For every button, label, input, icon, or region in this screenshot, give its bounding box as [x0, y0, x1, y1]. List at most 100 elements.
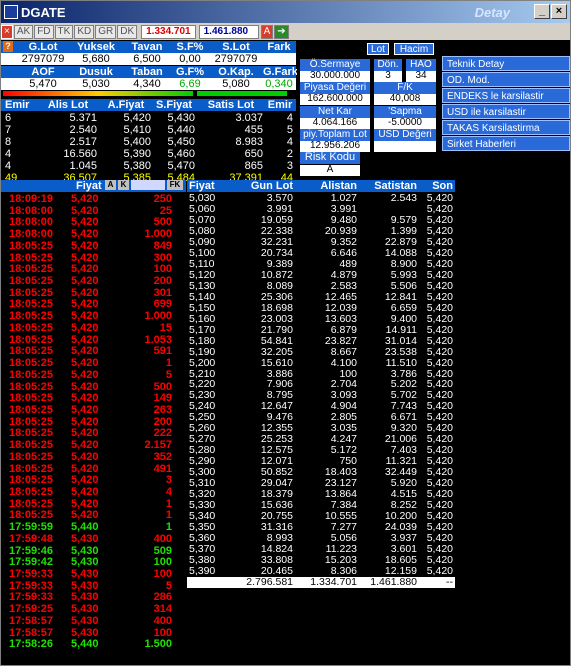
depth-cell-3: 7.743 — [390, 400, 417, 413]
depth-cell-0: 5,070 — [189, 213, 216, 226]
trade-time: 17:59:33 — [9, 591, 54, 604]
depth-cell-2: 489 — [339, 257, 357, 270]
depth-cell-1: 22.338 — [260, 224, 293, 237]
toolbar-button-3[interactable]: TK — [54, 24, 74, 39]
depth-cell-1: 20.734 — [260, 246, 293, 259]
depth-cell-3: 6.659 — [390, 301, 417, 314]
depth-cell-0: 5,340 — [189, 510, 216, 523]
filter-k-button[interactable]: K — [118, 180, 129, 190]
depth-cell-2: 12.465 — [324, 290, 357, 303]
depth-row: 5,220 7.906 2.704 5.202 5,420 — [187, 379, 455, 390]
depth-row: 5,250 9.476 2.805 6.671 5,420 — [187, 412, 455, 423]
order-row: 4 1.045 5,380 5,470 865 3 — [1, 160, 296, 172]
order-cell-1: 16.560 — [63, 148, 97, 160]
menu-item-0[interactable]: Teknik Detay — [442, 56, 570, 71]
depth-cell-1: 15.636 — [260, 499, 293, 512]
trade-price: 5,420 — [71, 193, 99, 205]
order-header-4: Satis Lot — [207, 99, 255, 111]
trade-price: 5,420 — [71, 392, 99, 405]
filter-fk-button[interactable]: FK — [167, 180, 183, 190]
trade-time: 18:09:19 — [9, 193, 54, 205]
minimize-button[interactable]: _ — [534, 4, 550, 19]
summary-v2-3: 6,69 — [179, 78, 201, 90]
trade-price: 5,420 — [71, 368, 99, 381]
window-title: DGATE — [21, 4, 66, 20]
toolbar-button-1[interactable]: AK — [13, 24, 34, 39]
toolbar-button-6[interactable]: DK — [117, 24, 138, 39]
toolbar-button-5[interactable]: GR — [95, 24, 117, 39]
trade-price: 5,430 — [71, 556, 99, 569]
toolbar-button-0[interactable]: × — [1, 24, 13, 39]
depth-cell-4: 5,420 — [426, 213, 453, 226]
filter-input[interactable] — [131, 180, 165, 190]
toolbar-button-4[interactable]: KD — [74, 24, 95, 39]
depth-cell-4: 5,420 — [426, 466, 453, 479]
depth-total-2: 1.334.701 — [310, 576, 357, 588]
depth-row: 5,030 3.570 1.027 2.543 5,420 — [187, 193, 455, 204]
a-button[interactable]: A — [260, 24, 274, 39]
trade-time: 18:05:25 — [9, 368, 54, 381]
depth-cell-0: 5,240 — [189, 400, 216, 413]
depth-cell-4: 5,420 — [426, 554, 453, 566]
menu-item-3[interactable]: USD ile karsilastir — [442, 104, 570, 119]
trade-row: 18:05:25 5,420 200 — [1, 276, 186, 288]
depth-cell-3: 5.993 — [390, 268, 417, 281]
depth-cell-3: 12.841 — [384, 290, 417, 303]
trade-price: 5,420 — [71, 286, 99, 299]
depth-cell-1: 32.231 — [260, 235, 293, 248]
depth-cell-2: 7.277 — [330, 521, 357, 534]
help-icon[interactable]: ? — [3, 41, 13, 52]
filter-a-button[interactable]: A — [105, 180, 116, 190]
hacim-button[interactable]: Hacim — [394, 43, 434, 55]
depth-cell-0: 5,160 — [189, 312, 216, 325]
depth-cell-4: 5,420 — [426, 301, 453, 314]
trade-lot: 400 — [153, 614, 172, 627]
trade-price: 5,420 — [71, 427, 99, 440]
depth-cell-2: 12.039 — [324, 301, 357, 314]
detail-menu: Teknik Detay OD. Mod. ENDEKS le karsilasti… — [442, 56, 570, 152]
depth-row: 5,190 32.205 8.667 23.538 5,420 — [187, 346, 455, 358]
depth-cell-1: 9.476 — [266, 411, 293, 424]
menu-item-2[interactable]: ENDEKS le karsilastir — [442, 88, 570, 103]
depth-header-0[interactable]: Fiyat — [189, 180, 223, 192]
menu-item-4[interactable]: TAKAS Karsilastirma — [442, 120, 570, 135]
depth-cell-3: 12.159 — [384, 564, 417, 577]
depth-cell-1: 29.047 — [260, 477, 293, 490]
refresh-icon[interactable]: ➔ — [274, 24, 289, 39]
depth-cell-1: 15.610 — [260, 356, 293, 369]
lot-button[interactable]: Lot — [367, 43, 389, 55]
order-cell-3: 5,440 — [167, 124, 195, 136]
depth-cell-0: 5,030 — [189, 192, 216, 204]
depth-cell-0: 5,060 — [189, 202, 216, 215]
depth-cell-1: 10.872 — [260, 268, 293, 281]
depth-cell-4: 5,420 — [426, 356, 453, 369]
depth-cell-4: 5,420 — [426, 543, 453, 556]
depth-cell-0: 5,260 — [189, 422, 216, 435]
summary-h2-1: Dusuk — [79, 66, 113, 78]
trade-price: 5,420 — [71, 275, 99, 288]
close-button[interactable]: × — [551, 4, 567, 19]
depth-cell-4: 5,420 — [426, 510, 453, 523]
depth-cell-4: 5,420 — [426, 411, 453, 424]
depth-cell-1: 19.059 — [260, 213, 293, 226]
trade-time: 18:05:25 — [9, 509, 54, 522]
depth-row: 5,200 15.610 4.100 11.510 5,420 — [187, 356, 455, 369]
depth-cell-1: 12.575 — [260, 444, 293, 457]
trade-time: 18:05:25 — [9, 462, 54, 475]
depth-cell-3: 31.014 — [384, 334, 417, 347]
trade-time: 18:08:00 — [9, 228, 54, 241]
depth-cell-1: 18.698 — [260, 301, 293, 314]
depth-cell-0: 5,360 — [189, 532, 216, 545]
menu-item-1[interactable]: OD. Mod. — [442, 72, 570, 87]
title-bar[interactable]: DGATE Detay _ × — [1, 1, 570, 23]
depth-cell-4: 5,420 — [426, 400, 453, 413]
depth-cell-4: 5,420 — [426, 499, 453, 512]
depth-row: 5,370 14.824 11.223 3.601 5,420 — [187, 544, 455, 555]
trade-row: 18:05:25 5,420 352 — [1, 451, 186, 464]
depth-cell-1: 12.071 — [260, 455, 293, 468]
toolbar-button-2[interactable]: FD — [34, 24, 54, 39]
menu-item-5[interactable]: Sirket Haberleri — [442, 136, 570, 151]
depth-cell-4: 5,420 — [426, 257, 453, 270]
depth-cell-2: 8.306 — [330, 564, 357, 577]
order-book-header: Emir Alis Lot A.Fiyat S.Fiyat Satis Lot Emir — [1, 99, 296, 111]
